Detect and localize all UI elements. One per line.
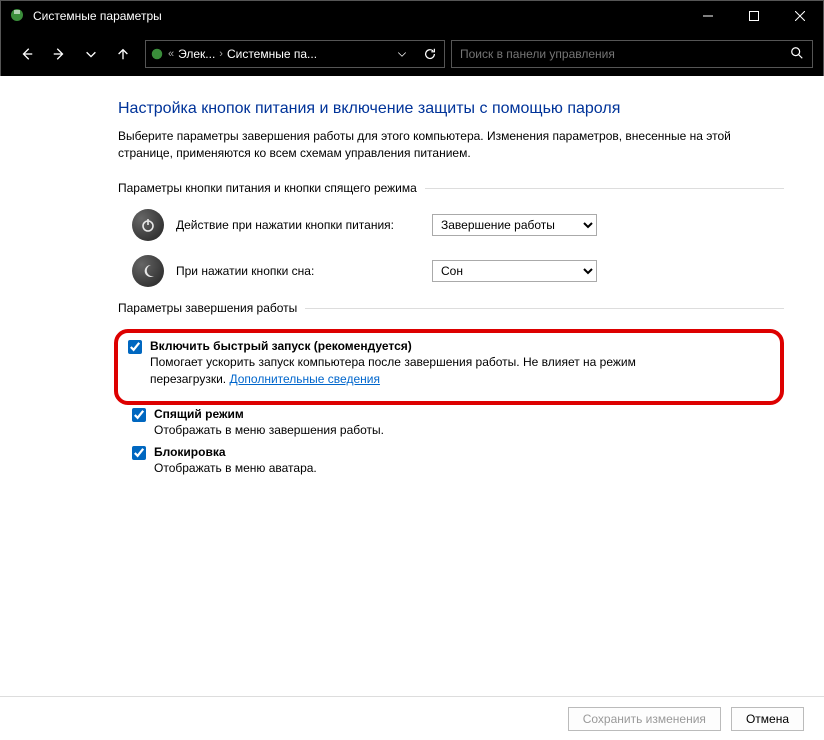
section-shutdown: Параметры завершения работы	[118, 301, 784, 315]
app-icon	[9, 7, 25, 26]
titlebar: Системные параметры	[1, 1, 823, 31]
fast-startup-desc: Помогает ускорить запуск компьютера посл…	[150, 354, 710, 388]
search-input[interactable]	[460, 47, 790, 61]
nav-forward-button[interactable]	[43, 39, 75, 69]
address-dropdown-button[interactable]	[388, 41, 416, 67]
sleep-button-select[interactable]: Сон	[432, 260, 597, 282]
page-heading: Настройка кнопок питания и включение защ…	[118, 100, 784, 118]
close-button[interactable]	[777, 1, 823, 31]
sleep-title: Спящий режим	[154, 407, 244, 421]
power-icon	[132, 209, 164, 241]
power-button-row: Действие при нажатии кнопки питания: Зав…	[132, 209, 784, 241]
power-button-label: Действие при нажатии кнопки питания:	[176, 218, 432, 232]
refresh-button[interactable]	[416, 41, 444, 67]
save-button[interactable]: Сохранить изменения	[568, 707, 721, 731]
maximize-button[interactable]	[731, 1, 777, 31]
lock-desc: Отображать в меню аватара.	[154, 460, 714, 477]
address-icon	[146, 47, 168, 61]
cancel-button[interactable]: Отмена	[731, 707, 804, 731]
window-controls	[685, 1, 823, 31]
sleep-button-label: При нажатии кнопки сна:	[176, 264, 432, 278]
footer: Сохранить изменения Отмена	[0, 696, 824, 740]
fast-startup-option: Включить быстрый запуск (рекомендуется) …	[128, 339, 770, 388]
fast-startup-checkbox[interactable]	[128, 340, 142, 354]
minimize-button[interactable]	[685, 1, 731, 31]
breadcrumb-item-2[interactable]: Системные па...	[223, 47, 321, 61]
search-icon[interactable]	[790, 46, 804, 63]
breadcrumb-item-1[interactable]: Элек...	[174, 47, 219, 61]
power-button-select[interactable]: Завершение работы	[432, 214, 597, 236]
lock-checkbox[interactable]	[132, 446, 146, 460]
nav-history-button[interactable]	[75, 39, 107, 69]
section-power-buttons: Параметры кнопки питания и кнопки спящег…	[118, 181, 784, 195]
nav-bar: « Элек... › Системные па...	[1, 31, 823, 77]
fast-startup-title: Включить быстрый запуск (рекомендуется)	[150, 339, 412, 353]
sleep-button-row: При нажатии кнопки сна: Сон	[132, 255, 784, 287]
content-area: Настройка кнопок питания и включение защ…	[0, 76, 824, 740]
page-description: Выберите параметры завершения работы для…	[118, 128, 738, 163]
lock-title: Блокировка	[154, 445, 226, 459]
sleep-checkbox[interactable]	[132, 408, 146, 422]
nav-up-button[interactable]	[107, 39, 139, 69]
lock-option: Блокировка Отображать в меню аватара.	[132, 445, 784, 477]
address-bar[interactable]: « Элек... › Системные па...	[145, 40, 445, 68]
sleep-icon	[132, 255, 164, 287]
sleep-desc: Отображать в меню завершения работы.	[154, 422, 714, 439]
nav-back-button[interactable]	[11, 39, 43, 69]
fast-startup-more-link[interactable]: Дополнительные сведения	[229, 372, 379, 386]
search-box[interactable]	[451, 40, 813, 68]
fast-startup-highlight: Включить быстрый запуск (рекомендуется) …	[114, 329, 784, 406]
window-title: Системные параметры	[33, 9, 162, 23]
sleep-option: Спящий режим Отображать в меню завершени…	[132, 407, 784, 439]
